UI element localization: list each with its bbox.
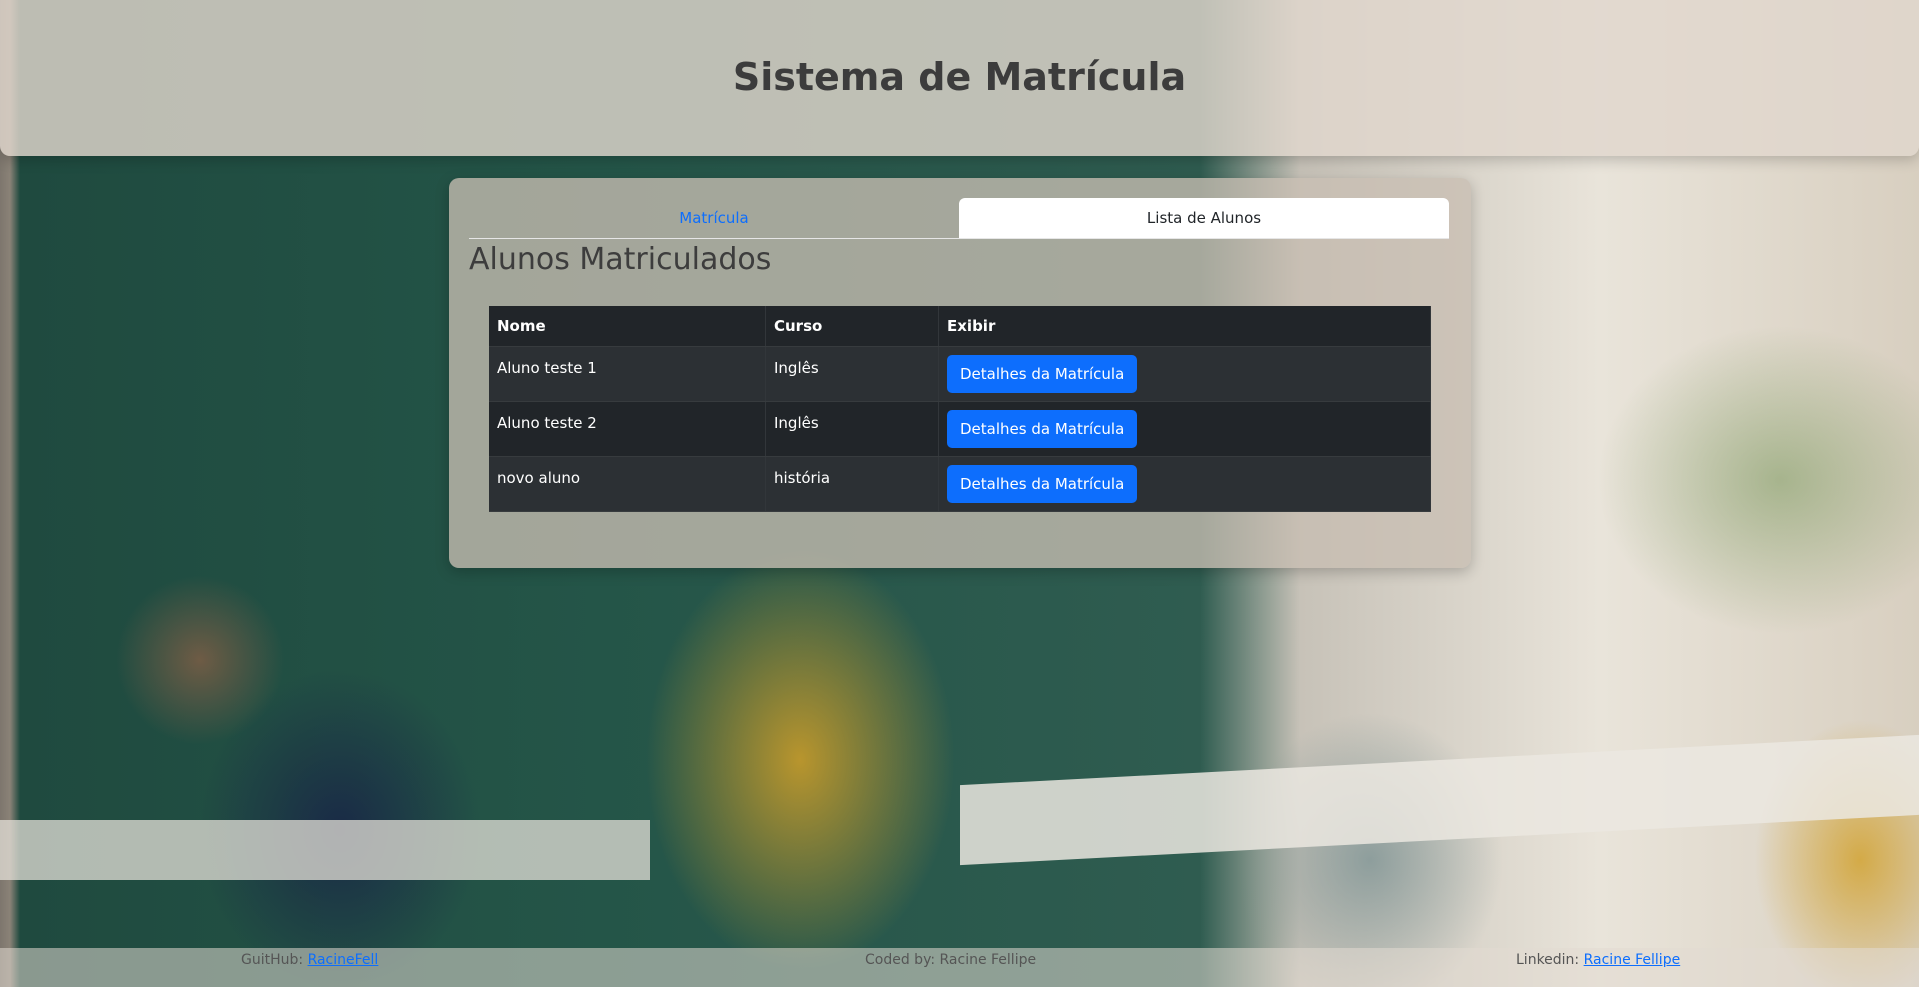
column-header-curso: Curso: [765, 306, 939, 347]
table-header-row: Nome Curso Exibir: [489, 306, 1431, 347]
table-row: Aluno teste 2 Inglês Detalhes da Matrícu…: [489, 401, 1431, 457]
section-title: Alunos Matriculados: [469, 242, 772, 277]
cell-curso: história: [765, 456, 939, 512]
page: Sistema de Matrícula Matrícula Lista de …: [0, 0, 1919, 987]
cell-nome: Aluno teste 1: [489, 346, 766, 402]
cell-nome: novo aluno: [489, 456, 766, 512]
details-button[interactable]: Detalhes da Matrícula: [947, 465, 1138, 503]
footer-linkedin: Linkedin: Racine Fellipe: [1516, 948, 1680, 972]
students-table: Nome Curso Exibir Aluno teste 1 Inglês D…: [489, 306, 1431, 512]
background-desk-left: [0, 820, 650, 880]
cell-curso: Inglês: [765, 346, 939, 402]
cell-exibir: Detalhes da Matrícula: [938, 346, 1431, 402]
cell-curso: Inglês: [765, 401, 939, 457]
details-button[interactable]: Detalhes da Matrícula: [947, 410, 1138, 448]
github-label: GuitHub:: [241, 952, 304, 968]
enrollment-card: Matrícula Lista de Alunos Alunos Matricu…: [449, 178, 1471, 568]
page-footer: GuitHub: RacineFell Coded by: Racine Fel…: [0, 948, 1919, 987]
tab-bar: Matrícula Lista de Alunos: [469, 198, 1449, 239]
table-row: Aluno teste 1 Inglês Detalhes da Matrícu…: [489, 346, 1431, 402]
column-header-exibir: Exibir: [938, 306, 1431, 347]
cell-exibir: Detalhes da Matrícula: [938, 456, 1431, 512]
cell-exibir: Detalhes da Matrícula: [938, 401, 1431, 457]
page-title: Sistema de Matrícula: [732, 55, 1187, 99]
details-button[interactable]: Detalhes da Matrícula: [947, 355, 1138, 393]
cell-nome: Aluno teste 2: [489, 401, 766, 457]
table-row: novo aluno história Detalhes da Matrícul…: [489, 456, 1431, 512]
footer-credit: Coded by: Racine Fellipe: [865, 952, 1037, 968]
footer-github: GuitHub: RacineFell: [241, 948, 378, 972]
github-link[interactable]: RacineFell: [308, 952, 379, 968]
tab-lista-de-alunos[interactable]: Lista de Alunos: [959, 198, 1449, 238]
column-header-nome: Nome: [489, 306, 766, 347]
tab-matricula[interactable]: Matrícula: [469, 198, 959, 238]
page-header: Sistema de Matrícula: [0, 0, 1919, 156]
linkedin-label: Linkedin:: [1516, 952, 1580, 968]
linkedin-link[interactable]: Racine Fellipe: [1584, 952, 1681, 968]
